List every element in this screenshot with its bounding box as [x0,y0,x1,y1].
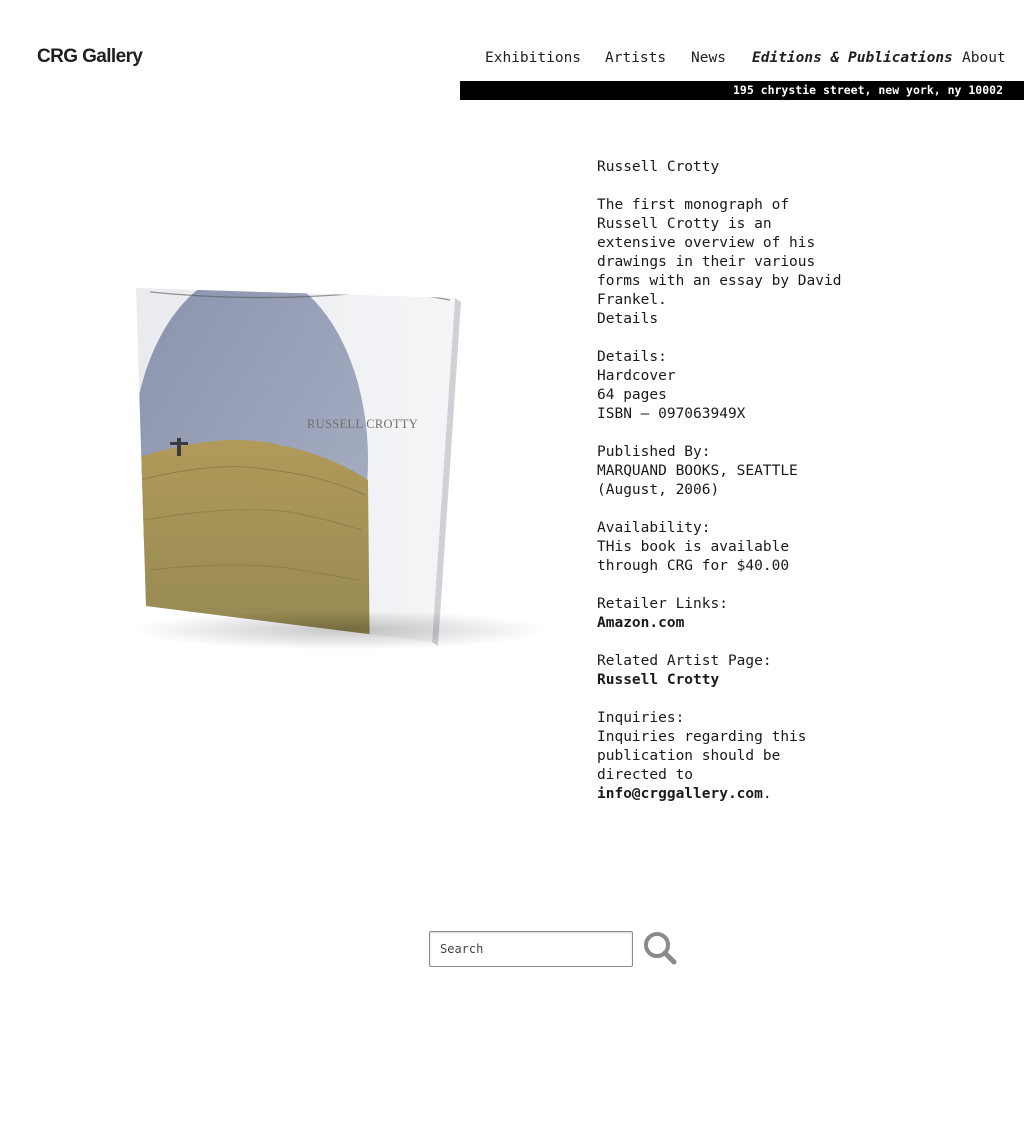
search-icon [644,932,677,965]
nav-about[interactable]: About [962,50,1006,66]
availability-text: THis book is available through CRG for $… [597,539,790,574]
book-cover-image: RUSSELL CROTTY [100,280,560,670]
nav-artists[interactable]: Artists [605,50,666,66]
page-count: 64 pages [597,387,667,403]
cover-shadow [130,610,550,650]
details-heading: Details: [597,349,667,365]
artist-name: Russell Crotty [597,159,720,175]
inquiries-text: Inquiries regarding this publication sho… [597,729,807,783]
published-heading: Published By: [597,444,711,460]
nav-news[interactable]: News [691,50,726,66]
address-bar: 195 chrystie street, new york, ny 10002 [460,81,1024,100]
inquiries-period: . [762,786,772,802]
related-artist-heading: Related Artist Page: [597,653,772,669]
retailer-heading: Retailer Links: [597,596,728,612]
inquiries-email-link[interactable]: info@crggallery.com [597,786,763,802]
main-nav: Exhibitions Artists News Editions & Publ… [0,50,1024,70]
availability-heading: Availability: [597,520,711,536]
book-description: The first monograph of Russell Crotty is… [597,197,842,308]
amazon-link[interactable]: Amazon.com [597,614,847,633]
isbn: ISBN — 097063949X [597,406,746,422]
book-info: Russell Crotty The first monograph of Ru… [597,158,847,804]
search-button[interactable] [642,930,678,966]
binding: Hardcover [597,368,676,384]
details-link[interactable]: Details [597,310,847,329]
publisher: MARQUAND BOOKS, SEATTLE [597,463,798,479]
search-input[interactable] [429,931,633,967]
inquiries-line: info@crggallery.com. [597,785,847,804]
inquiries-heading: Inquiries: [597,710,685,726]
publish-date: (August, 2006) [597,482,720,498]
cover-title-text: RUSSELL CROTTY [307,417,418,431]
nav-editions-publications[interactable]: Editions & Publications [752,50,953,66]
related-artist-link[interactable]: Russell Crotty [597,671,847,690]
nav-exhibitions[interactable]: Exhibitions [485,50,581,66]
